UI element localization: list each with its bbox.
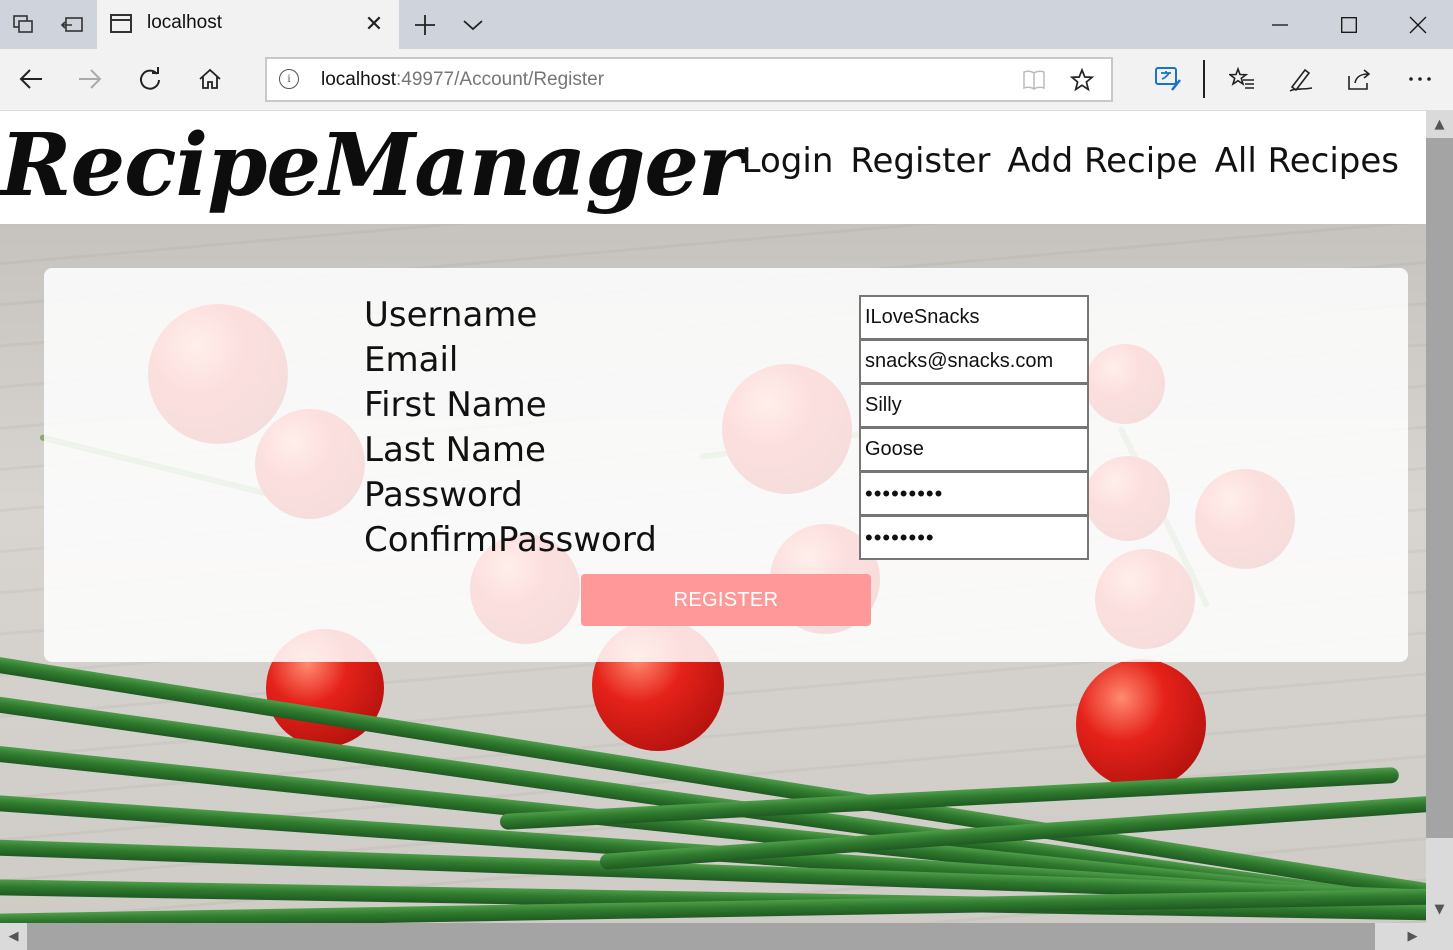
first-name-input[interactable]: [859, 383, 1089, 428]
first-name-label: First Name: [364, 385, 547, 425]
confirm-password-input[interactable]: [859, 515, 1089, 560]
email-label: Email: [364, 340, 459, 380]
info-icon[interactable]: i: [279, 69, 299, 89]
minimize-icon[interactable]: [1245, 0, 1314, 49]
form-labels: Username Email First Name Last Name Pass…: [364, 295, 657, 565]
password-label: Password: [364, 475, 523, 515]
toolbar-divider: [1203, 60, 1205, 98]
browser-tab[interactable]: localhost ✕: [97, 0, 399, 49]
scrollbar-corner: [1426, 923, 1453, 950]
username-label: Username: [364, 295, 538, 335]
username-input[interactable]: [859, 295, 1089, 340]
back-icon[interactable]: [9, 57, 53, 101]
vertical-scrollbar[interactable]: ▲ ▼: [1426, 111, 1453, 923]
register-form-panel: Username Email First Name Last Name Pass…: [44, 268, 1408, 662]
vertical-scroll-thumb[interactable]: [1426, 138, 1453, 838]
restore-tabs-icon[interactable]: [48, 0, 96, 49]
refresh-icon[interactable]: [128, 57, 172, 101]
register-button[interactable]: REGISTER: [581, 574, 871, 626]
horizontal-scrollbar[interactable]: ◀ ▶: [0, 923, 1426, 950]
tomato: [1076, 659, 1206, 789]
translate-icon[interactable]: [1146, 57, 1190, 101]
forward-icon[interactable]: [68, 57, 112, 101]
scroll-left-icon[interactable]: ◀: [0, 923, 27, 950]
maximize-icon[interactable]: [1314, 0, 1383, 49]
page-icon: [110, 14, 132, 33]
confirm-password-label: ConfirmPassword: [364, 520, 657, 560]
horizontal-scroll-thumb[interactable]: [27, 923, 1375, 950]
password-input[interactable]: [859, 471, 1089, 516]
email-input[interactable]: [859, 339, 1089, 384]
last-name-input[interactable]: [859, 427, 1089, 472]
nav-all-recipes-link[interactable]: All Recipes: [1215, 141, 1399, 181]
pen-icon[interactable]: [1279, 57, 1323, 101]
tab-title: localhost: [147, 12, 222, 33]
site-logo[interactable]: RecipeManager: [0, 115, 743, 216]
favorite-star-icon[interactable]: [1065, 63, 1099, 97]
more-icon[interactable]: [1398, 57, 1442, 101]
favorites-hub-icon[interactable]: [1220, 57, 1264, 101]
site-header: RecipeManager Login Register Add Recipe …: [0, 111, 1426, 224]
nav-add-recipe-link[interactable]: Add Recipe: [1007, 141, 1197, 181]
address-url[interactable]: localhost:49977/Account/Register: [321, 69, 604, 91]
close-tab-icon[interactable]: ✕: [359, 8, 389, 40]
site-nav: Login Register Add Recipe All Recipes: [742, 141, 1399, 181]
reading-view-icon[interactable]: [1017, 63, 1051, 97]
address-bar[interactable]: i localhost:49977/Account/Register: [265, 57, 1113, 102]
form-inputs: [859, 295, 1089, 560]
close-window-icon[interactable]: [1383, 0, 1452, 49]
nav-login-link[interactable]: Login: [742, 141, 834, 181]
browser-tab-bar: localhost ✕: [0, 0, 1453, 49]
scroll-right-icon[interactable]: ▶: [1399, 923, 1426, 950]
new-tab-icon[interactable]: [401, 0, 449, 49]
home-icon[interactable]: [188, 57, 232, 101]
set-aside-tabs-icon[interactable]: [0, 0, 48, 49]
scroll-down-icon[interactable]: ▼: [1426, 896, 1453, 923]
scroll-up-icon[interactable]: ▲: [1426, 111, 1453, 138]
nav-register-link[interactable]: Register: [850, 141, 990, 181]
tab-list-chevron-icon[interactable]: [449, 0, 497, 49]
last-name-label: Last Name: [364, 430, 546, 470]
share-icon[interactable]: [1338, 57, 1382, 101]
page-viewport: RecipeManager Login Register Add Recipe …: [0, 111, 1426, 923]
browser-toolbar: i localhost:49977/Account/Register: [0, 49, 1453, 111]
